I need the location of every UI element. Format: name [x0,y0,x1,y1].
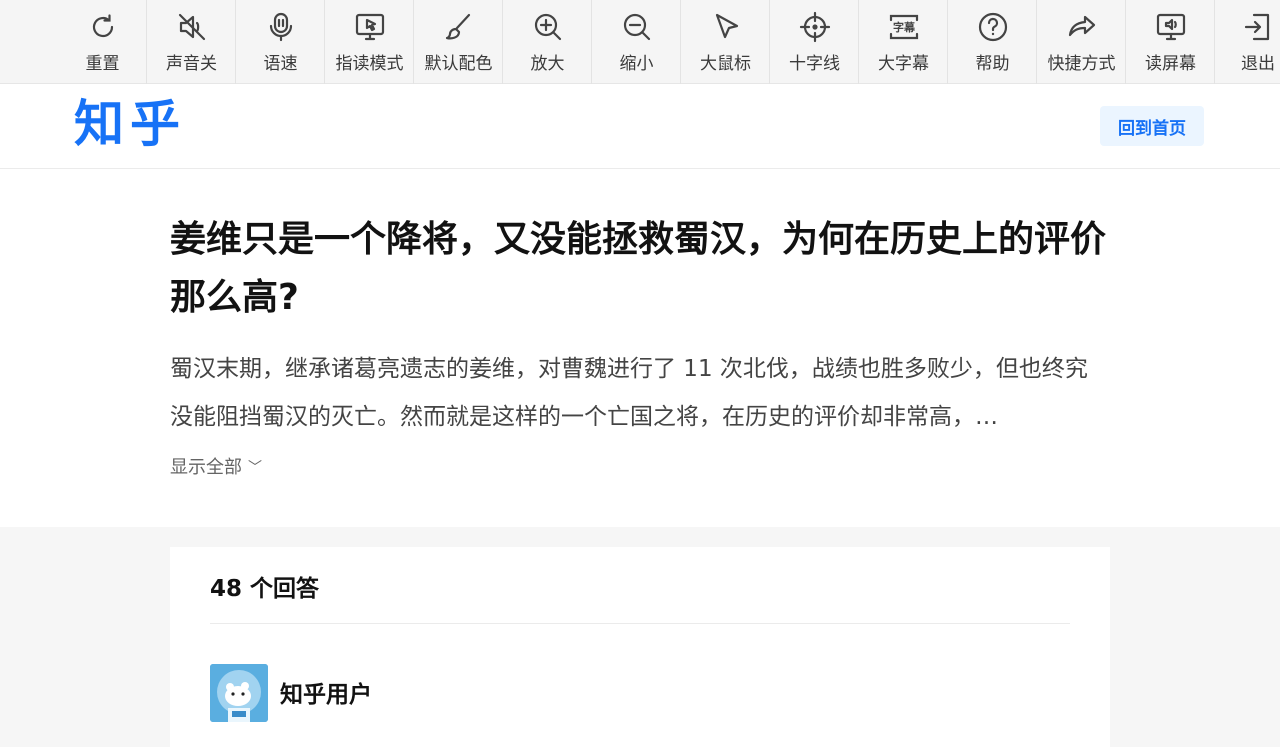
show-all-button[interactable]: 显示全部 ﹀ [170,453,262,479]
back-to-home-button[interactable]: 回到首页 [1100,106,1204,146]
point-read-button[interactable]: 指读模式 [325,0,414,84]
help-label: 帮助 [975,54,1010,74]
avatar[interactable] [210,664,268,722]
zhihu-logo[interactable]: 知乎 [74,94,186,154]
accessibility-toolbar: 重置 声音关 语速 指读模式 默认配色 放大 缩小 大鼠标 十字线 字幕 大字幕… [0,0,1280,84]
crosshair-button[interactable]: 十字线 [770,0,859,84]
reset-label: 重置 [85,54,120,74]
caption-button[interactable]: 字幕 大字幕 [859,0,948,84]
zoom-in-icon [532,11,564,43]
exit-icon [1242,11,1274,43]
shortcut-button[interactable]: 快捷方式 [1037,0,1126,84]
zoom-out-button[interactable]: 缩小 [592,0,681,84]
screen-reader-label: 读屏幕 [1145,54,1196,74]
help-button[interactable]: 帮助 [948,0,1037,84]
default-color-button[interactable]: 默认配色 [414,0,503,84]
point-read-icon [354,11,386,43]
reset-icon [87,11,119,43]
speech-rate-label: 语速 [263,54,298,74]
author-name[interactable]: 知乎用户 [280,675,372,709]
site-header: 知乎 回到首页 [0,84,1280,169]
reset-button[interactable]: 重置 [58,0,147,84]
zoom-out-icon [621,11,653,43]
caption-icon: 字幕 [888,11,920,43]
show-all-label: 显示全部 [170,457,242,478]
big-cursor-icon [710,11,742,43]
sound-toggle-label: 声音关 [166,54,217,74]
zoom-in-button[interactable]: 放大 [503,0,592,84]
paint-brush-icon [443,11,475,43]
speech-rate-icon [265,11,297,43]
sound-toggle-button[interactable]: 声音关 [147,0,236,84]
big-cursor-label: 大鼠标 [700,54,751,74]
speech-rate-button[interactable]: 语速 [236,0,325,84]
default-color-label: 默认配色 [424,54,493,74]
screen-reader-button[interactable]: 读屏幕 [1126,0,1215,84]
question-title: 姜维只是一个降将，又没能拯救蜀汉，为何在历史上的评价那么高? [170,219,1107,318]
sound-off-icon [176,11,208,43]
answers-count: 48 个回答 [210,576,320,602]
screen-reader-icon [1155,11,1187,43]
question-section: 姜维只是一个降将，又没能拯救蜀汉，为何在历史上的评价那么高? 蜀汉末期，继承诸葛… [0,169,1280,527]
help-icon [977,11,1009,43]
avatar-image [210,664,268,722]
big-cursor-button[interactable]: 大鼠标 [681,0,770,84]
zoom-out-label: 缩小 [619,54,654,74]
caption-label: 大字幕 [878,54,929,74]
question-excerpt[interactable]: 蜀汉末期，继承诸葛亮遗志的姜维，对曹魏进行了 11 次北伐，战绩也胜多败少，但也… [170,345,1100,441]
shortcut-icon [1066,11,1098,43]
answers-card: 48 个回答 知乎用户 [170,547,1110,747]
shortcut-label: 快捷方式 [1047,54,1116,74]
chevron-down-icon: ﹀ [248,460,262,476]
zoom-in-label: 放大 [530,54,565,74]
svg-text:字幕: 字幕 [893,20,916,34]
crosshair-label: 十字线 [789,54,840,74]
divider [210,623,1070,624]
crosshair-icon [799,11,831,43]
point-read-label: 指读模式 [335,54,404,74]
exit-button[interactable]: 退出 [1215,0,1280,84]
exit-label: 退出 [1241,54,1275,74]
